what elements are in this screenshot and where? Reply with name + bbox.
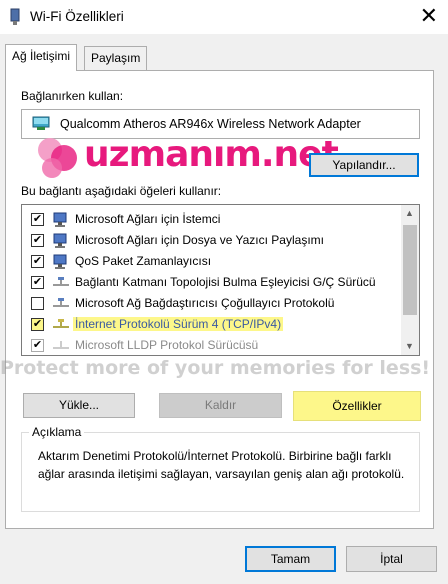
scroll-up-icon[interactable]: ▲	[405, 208, 414, 218]
item-checkbox[interactable]: ✔	[31, 276, 44, 289]
item-checkbox[interactable]: ✔	[31, 339, 44, 352]
item-label: Bağlantı Katmanı Topolojisi Bulma Eşleyi…	[75, 275, 376, 289]
cancel-button[interactable]: İptal	[346, 546, 437, 572]
properties-button[interactable]: Özellikler	[293, 391, 421, 421]
item-checkbox[interactable]	[31, 297, 44, 310]
item-label: Microsoft Ağ Bağdaştırıcısı Çoğullayıcı …	[75, 296, 335, 310]
adapter-name: Qualcomm Atheros AR946x Wireless Network…	[60, 117, 361, 131]
network-client-icon	[53, 254, 67, 269]
item-label: QoS Paket Zamanlayıcısı	[75, 254, 212, 268]
network-client-icon	[53, 233, 67, 248]
list-item[interactable]: Microsoft Ağ Bağdaştırıcısı Çoğullayıcı …	[22, 293, 400, 314]
item-label: Microsoft LLDP Protokol Sürücüsü	[75, 338, 259, 352]
item-checkbox[interactable]: ✔	[31, 234, 44, 247]
title-bar: Wi-Fi Özellikleri ✕	[0, 0, 448, 34]
item-label: İnternet Protokolü Sürüm 4 (TCP/IPv4)	[73, 317, 284, 331]
protocol-icon	[53, 341, 69, 349]
watermark-strip: Protect more of your memories for less!	[0, 357, 431, 379]
close-button[interactable]: ✕	[420, 3, 438, 29]
components-list[interactable]: ✔ Microsoft Ağları için İstemci ✔ Micros…	[21, 204, 420, 356]
list-item[interactable]: ✔ Microsoft Ağları için İstemci	[22, 209, 400, 230]
list-item[interactable]: ✔ Microsoft LLDP Protokol Sürücüsü	[22, 335, 400, 355]
list-item[interactable]: ✔ QoS Paket Zamanlayıcısı	[22, 251, 400, 272]
item-label: Microsoft Ağları için Dosya ve Yazıcı Pa…	[75, 233, 324, 247]
scrollbar-thumb[interactable]	[403, 225, 417, 315]
protocol-icon	[53, 319, 69, 328]
list-item-selected[interactable]: ✔ İnternet Protokolü Sürüm 4 (TCP/IPv4)	[22, 314, 400, 335]
item-label: Microsoft Ağları için İstemci	[75, 212, 221, 226]
network-client-icon	[53, 212, 67, 227]
brand-watermark: uzmanım.net	[84, 134, 339, 175]
description-text: Aktarım Denetimi Protokolü/İnternet Prot…	[38, 449, 405, 481]
list-item[interactable]: ✔ Microsoft Ağları için Dosya ve Yazıcı …	[22, 230, 400, 251]
protocol-icon	[53, 298, 69, 307]
connect-using-label: Bağlanırken kullan:	[21, 89, 124, 103]
item-checkbox[interactable]: ✔	[31, 318, 44, 331]
items-label: Bu bağlantı aşağıdaki öğeleri kullanır:	[21, 184, 222, 198]
protocol-icon	[53, 277, 69, 286]
tab-networking[interactable]: Ağ İletişimi	[5, 44, 78, 71]
uninstall-button[interactable]: Kaldır	[159, 393, 282, 418]
window-title: Wi-Fi Özellikleri	[30, 9, 124, 24]
item-checkbox[interactable]: ✔	[31, 213, 44, 226]
ok-button[interactable]: Tamam	[245, 546, 336, 572]
brand-logo	[38, 138, 77, 178]
description-title: Açıklama	[29, 425, 85, 439]
vertical-scrollbar[interactable]: ▲ ▼	[401, 205, 419, 355]
list-item[interactable]: ✔ Bağlantı Katmanı Topolojisi Bulma Eşle…	[22, 272, 400, 293]
network-adapter-icon	[10, 8, 20, 25]
scroll-down-icon[interactable]: ▼	[405, 341, 414, 351]
tab-sharing[interactable]: Paylaşım	[84, 46, 148, 70]
network-adapter-icon	[32, 116, 50, 130]
item-checkbox[interactable]: ✔	[31, 255, 44, 268]
install-button[interactable]: Yükle...	[23, 393, 135, 418]
configure-button[interactable]: Yapılandır...	[309, 153, 419, 177]
